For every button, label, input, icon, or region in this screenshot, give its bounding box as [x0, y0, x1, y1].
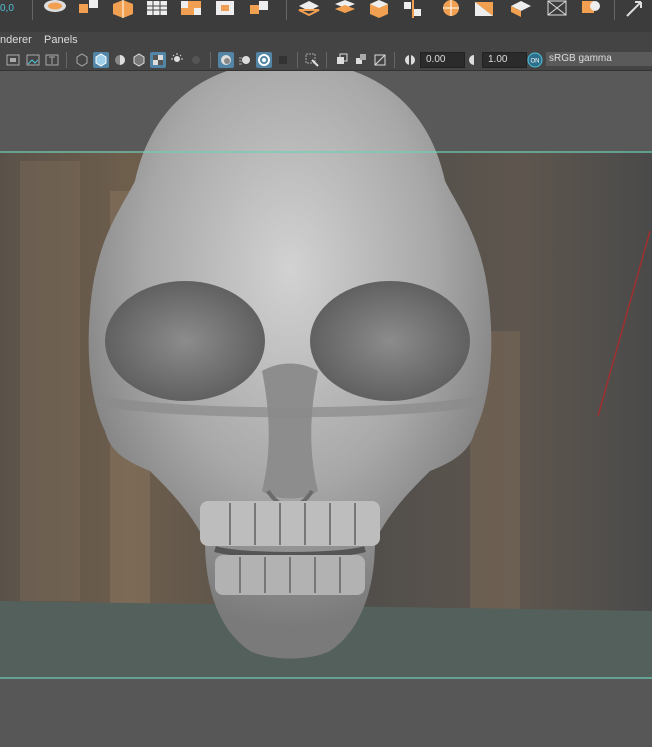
grid-cube-icon[interactable] [144, 0, 170, 18]
checker-grid-icon[interactable] [178, 0, 204, 18]
display-icon[interactable] [578, 0, 604, 18]
isolate-select-icon[interactable] [304, 52, 320, 68]
layers-icon[interactable] [296, 0, 322, 18]
shadows-icon[interactable] [188, 52, 204, 68]
wireframe-icon[interactable] [74, 52, 90, 68]
toolbar-separator [66, 52, 67, 68]
mirror-icon[interactable] [400, 0, 426, 18]
shelf-separator [32, 0, 33, 20]
toolbar-separator [394, 52, 395, 68]
menu-item-renderer[interactable]: nderer [0, 34, 32, 46]
anti-aliasing-icon[interactable] [256, 52, 272, 68]
motion-blur-icon[interactable] [237, 52, 253, 68]
gamma-field[interactable]: 1.00 [482, 52, 527, 68]
viewport-scene [0, 71, 652, 747]
light-icon[interactable] [169, 52, 185, 68]
lighting-icon[interactable] [112, 52, 128, 68]
polygon-cube-icon[interactable] [76, 0, 102, 18]
ambient-occlusion-icon[interactable] [218, 52, 234, 68]
3d-viewport[interactable] [0, 71, 652, 747]
textured-icon[interactable] [150, 52, 166, 68]
arrow-icon[interactable] [622, 0, 648, 18]
shelf-bar: 0,0 [0, 0, 652, 33]
fill-hole-icon[interactable] [212, 0, 238, 18]
sphere-icon[interactable] [438, 0, 464, 18]
panel-toolbar: 0.00 1.00 ON sRGB gamma [0, 50, 652, 71]
menu-item-panels[interactable]: Panels [44, 34, 78, 46]
shelf-separator [286, 0, 287, 20]
depth-of-field-icon[interactable] [275, 52, 291, 68]
image-plane-icon[interactable] [25, 52, 41, 68]
resolution-gate-icon[interactable] [5, 52, 21, 68]
color-management-toggle[interactable]: ON [527, 52, 543, 68]
shelf-separator [614, 0, 615, 20]
text-icon[interactable] [44, 52, 60, 68]
toolbar-separator [297, 52, 298, 68]
xray-icon[interactable] [334, 52, 350, 68]
toolbar-separator [326, 52, 327, 68]
shaded-wireframe-icon[interactable] [131, 52, 147, 68]
smooth-shade-icon[interactable] [93, 52, 109, 68]
view-transform-dropdown[interactable]: sRGB gamma [546, 52, 652, 66]
coordinate-readout: 0,0 [0, 3, 14, 14]
gamma-icon[interactable] [464, 52, 480, 68]
move-cube-icon[interactable] [246, 0, 272, 18]
exposure-icon[interactable] [402, 52, 418, 68]
toolbar-separator [210, 52, 211, 68]
wireframe-cube-icon[interactable] [544, 0, 570, 18]
extrude-icon[interactable] [110, 0, 136, 18]
xray-components-icon[interactable] [372, 52, 388, 68]
cm-badge-label: ON [531, 59, 540, 65]
bevel-icon[interactable] [472, 0, 498, 18]
polygon-cube-icon[interactable] [366, 0, 392, 18]
crease-icon[interactable] [508, 0, 534, 18]
exposure-field[interactable]: 0.00 [420, 52, 465, 68]
xray-joints-icon[interactable] [353, 52, 369, 68]
bowl-icon[interactable] [42, 0, 68, 18]
panel-menu-bar: nderer Panels [0, 32, 652, 50]
stack-icon[interactable] [332, 0, 358, 18]
